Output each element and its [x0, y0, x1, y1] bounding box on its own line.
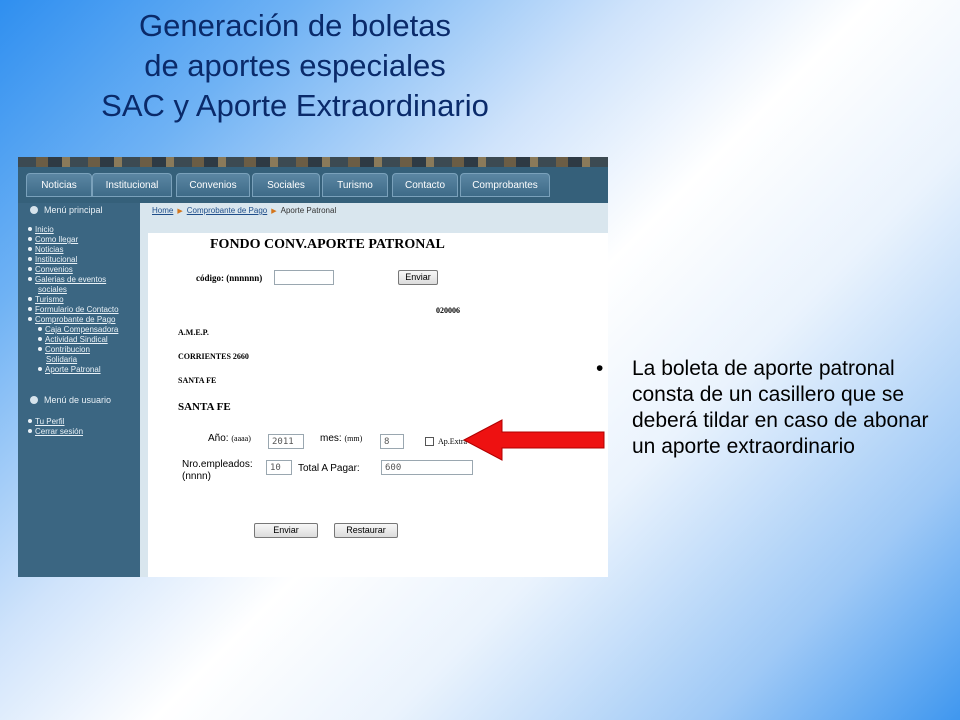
breadcrumb: Home ▶ Comprobante de Pago ▶ Aporte Patronal — [152, 206, 336, 215]
main-menu-heading: Menú principal — [30, 205, 103, 215]
restaurar-button[interactable]: Restaurar — [334, 523, 398, 538]
sidebar-item-turismo[interactable]: Turismo — [28, 295, 64, 305]
dot-icon — [28, 317, 32, 321]
codigo-input[interactable] — [274, 270, 334, 285]
red-arrow-icon — [462, 419, 605, 461]
form-heading: FONDO CONV.APORTE PATRONAL — [210, 237, 445, 252]
website-screenshot: Noticias Institucional Convenios Sociale… — [18, 157, 608, 577]
dot-icon — [28, 257, 32, 261]
empleados-input[interactable]: 10 — [266, 460, 292, 475]
breadcrumb-current: Aporte Patronal — [280, 206, 337, 215]
main-menu-heading-label: Menú principal — [44, 205, 103, 215]
dot-icon — [28, 227, 32, 231]
dot-icon — [28, 429, 32, 433]
form-area: FONDO CONV.APORTE PATRONAL código: (nnnn… — [148, 233, 608, 577]
dot-icon — [28, 277, 32, 281]
sidebar-subitem-contribucion[interactable]: Contribucion — [38, 345, 90, 355]
slide-title: Generación de boletas de aportes especia… — [0, 6, 590, 126]
header-banner — [18, 157, 608, 167]
dot-icon — [28, 247, 32, 251]
top-navigation: Noticias Institucional Convenios Sociale… — [18, 167, 608, 205]
mes-input[interactable]: 8 — [380, 434, 404, 449]
codigo-label: código: (nnnnnn) — [196, 273, 263, 283]
tab-sociales[interactable]: Sociales — [252, 173, 320, 197]
sidebar-subitem-aporte[interactable]: Aporte Patronal — [38, 365, 101, 375]
sidebar-item-convenios[interactable]: Convenios — [28, 265, 73, 275]
sidebar-item-institucional[interactable]: Institucional — [28, 255, 77, 265]
dot-icon — [28, 297, 32, 301]
entity-province: SANTA FE — [178, 401, 231, 413]
dot-icon — [28, 237, 32, 241]
tab-contacto[interactable]: Contacto — [392, 173, 458, 197]
dot-icon — [38, 347, 42, 351]
bullet-icon — [30, 206, 38, 214]
code-number: 020006 — [436, 306, 460, 315]
tab-convenios[interactable]: Convenios — [176, 173, 250, 197]
sidebar-item-noticias[interactable]: Noticias — [28, 245, 63, 255]
sidebar-item-formulario[interactable]: Formulario de Contacto — [28, 305, 119, 315]
sidebar-subitem-caja[interactable]: Caja Compensadora — [38, 325, 118, 335]
sidebar: Menú principal Inicio Como llegar Notici… — [18, 203, 140, 577]
enviar-button[interactable]: Enviar — [254, 523, 318, 538]
slide-title-line-1: Generación de boletas — [139, 8, 451, 43]
arrow-right-icon: ▶ — [177, 208, 183, 215]
total-label: Total A Pagar: — [298, 463, 360, 474]
sidebar-item-inicio[interactable]: Inicio — [28, 225, 54, 235]
dot-icon — [38, 367, 42, 371]
sidebar-item-cerrar[interactable]: Cerrar sesión — [28, 427, 83, 437]
dot-icon — [28, 267, 32, 271]
anio-input[interactable]: 2011 — [268, 434, 304, 449]
user-menu-heading-label: Menú de usuario — [44, 395, 112, 405]
tab-institucional[interactable]: Institucional — [92, 173, 172, 197]
empleados-hint: (nnnn) — [182, 471, 211, 482]
tab-noticias[interactable]: Noticias — [26, 173, 92, 197]
empleados-label: Nro.empleados: — [182, 459, 253, 470]
sidebar-subitem-contribucion-cont[interactable]: Solidaria — [46, 355, 77, 365]
entity-name: A.M.E.P. — [178, 328, 209, 337]
slide-title-line-2: de aportes especiales — [144, 48, 446, 83]
total-input[interactable]: 600 — [381, 460, 473, 475]
mes-label: mes: (mm) — [320, 433, 363, 444]
dot-icon — [38, 327, 42, 331]
entity-address: CORRIENTES 2660 — [178, 352, 249, 361]
arrow-right-icon: ▶ — [271, 208, 277, 215]
bullet-icon: • — [596, 357, 604, 380]
slide-title-line-3: SAC y Aporte Extraordinario — [101, 88, 489, 123]
tab-turismo[interactable]: Turismo — [322, 173, 388, 197]
sidebar-subitem-actividad[interactable]: Actividad Sindical — [38, 335, 108, 345]
ap-extra-checkbox[interactable] — [425, 437, 434, 446]
sidebar-item-perfil[interactable]: Tu Perfil — [28, 417, 65, 427]
anio-label: Año: (aaaa) — [208, 433, 251, 444]
sidebar-item-comprobante[interactable]: Comprobante de Pago — [28, 315, 116, 325]
dot-icon — [38, 337, 42, 341]
dot-icon — [28, 307, 32, 311]
tab-comprobantes[interactable]: Comprobantes — [460, 173, 550, 197]
sidebar-item-como-llegar[interactable]: Como llegar — [28, 235, 78, 245]
entity-city: SANTA FE — [178, 376, 217, 385]
bullet-icon — [30, 396, 38, 404]
slide-bullet-text: La boleta de aporte patronal consta de u… — [632, 357, 929, 458]
enviar-codigo-button[interactable]: Enviar — [398, 270, 438, 285]
sidebar-item-galerias-cont[interactable]: sociales — [38, 285, 67, 295]
breadcrumb-section[interactable]: Comprobante de Pago — [187, 206, 268, 215]
user-menu-heading: Menú de usuario — [30, 395, 111, 405]
breadcrumb-home[interactable]: Home — [152, 206, 173, 215]
sidebar-item-galerias[interactable]: Galerias de eventos — [28, 275, 106, 285]
dot-icon — [28, 419, 32, 423]
